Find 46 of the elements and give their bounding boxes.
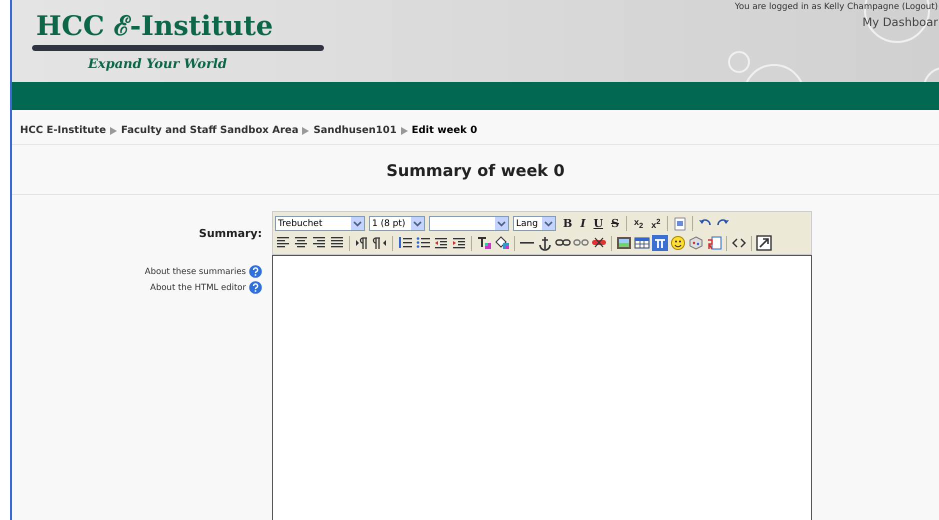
- indent-icon[interactable]: [451, 235, 467, 251]
- separator-icon: [110, 126, 117, 134]
- caret-icon: [542, 217, 555, 230]
- caret-icon: [495, 217, 508, 230]
- pi-icon[interactable]: [652, 235, 668, 251]
- bold-button[interactable]: B: [560, 215, 576, 232]
- breadcrumb-link[interactable]: HCC E-Institute: [20, 125, 106, 136]
- ltr-icon[interactable]: [354, 235, 370, 251]
- font-select[interactable]: Trebuchet: [275, 216, 365, 231]
- numbered-list-icon[interactable]: [397, 235, 413, 251]
- italic-button[interactable]: I: [577, 215, 588, 232]
- caret-icon: [351, 217, 364, 230]
- breadcrumb-current[interactable]: Edit week 0: [412, 125, 478, 136]
- cube-icon[interactable]: [688, 235, 704, 251]
- size-select[interactable]: 1 (8 pt): [369, 216, 425, 231]
- logout-link[interactable]: Logout: [905, 2, 935, 12]
- breadcrumb-link[interactable]: Faculty and Staff Sandbox Area: [120, 125, 298, 136]
- lang-select[interactable]: Lang: [513, 216, 556, 231]
- help-link[interactable]: About the HTML editor: [150, 281, 262, 294]
- help-icon: [249, 281, 262, 294]
- separator-icon: [302, 126, 310, 134]
- logo-title: HCC ℰ-Institute: [35, 10, 274, 43]
- breadcrumb-link[interactable]: Sandhusen101: [313, 125, 397, 136]
- smiley-icon[interactable]: [670, 235, 686, 251]
- page-heading: Summary of week 0: [12, 145, 939, 195]
- subscript-button[interactable]: x$_{2}$: [631, 215, 646, 232]
- caret-icon: [411, 217, 424, 230]
- help-icon: [249, 265, 262, 278]
- rtl-icon[interactable]: [372, 235, 388, 251]
- underline-button[interactable]: U: [590, 215, 606, 232]
- text-color-icon[interactable]: [476, 235, 492, 251]
- summary-label: Summary:: [198, 227, 262, 240]
- separator-icon: [400, 126, 408, 134]
- logo-tagline: Expand Your World: [88, 57, 228, 72]
- image-icon[interactable]: [616, 235, 632, 251]
- table-icon[interactable]: [634, 235, 650, 251]
- dashboard-link[interactable]: My Dashboar: [862, 15, 938, 29]
- anchor-icon[interactable]: [537, 235, 553, 251]
- superscript-button[interactable]: x$^{2}$: [648, 215, 664, 232]
- fullscreen-icon[interactable]: [756, 235, 772, 251]
- strike-button[interactable]: S: [608, 215, 622, 232]
- login-status: You are logged in as Kelly Champagne (Logout): [734, 2, 938, 12]
- bullet-list-icon[interactable]: [415, 235, 431, 251]
- help-link[interactable]: About these summaries: [144, 265, 262, 278]
- outdent-icon[interactable]: [433, 235, 449, 251]
- background-color-icon[interactable]: [494, 235, 510, 251]
